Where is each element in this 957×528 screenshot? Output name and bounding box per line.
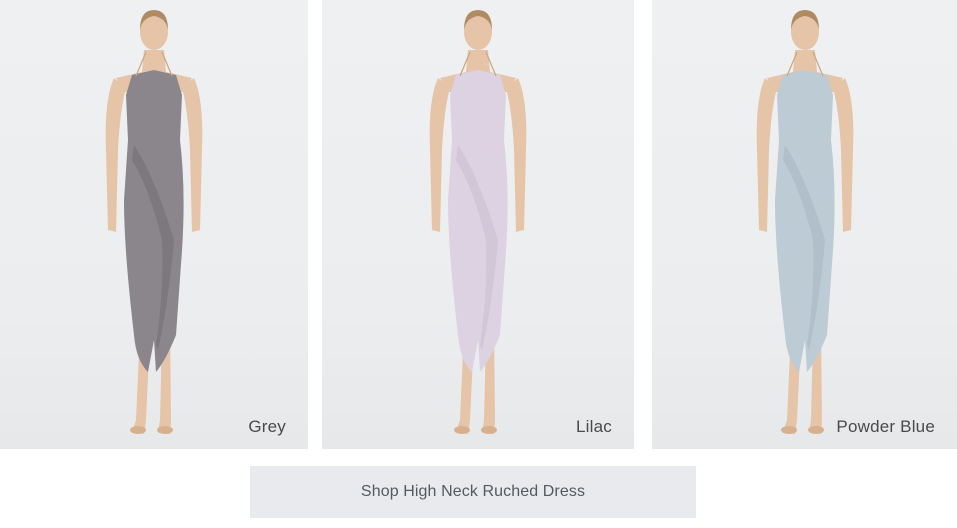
model-arm-left	[105, 78, 126, 232]
product-card-grey[interactable]: Grey	[0, 0, 308, 449]
color-label: Grey	[248, 417, 286, 436]
dress-skirt	[124, 140, 184, 372]
product-card-lilac[interactable]: Lilac	[322, 0, 634, 449]
model-arm-right	[506, 78, 527, 232]
shop-dress-button[interactable]: Shop High Neck Ruched Dress	[250, 466, 696, 518]
product-card-powder-blue[interactable]: Powder Blue	[652, 0, 957, 449]
dress-bodice	[450, 70, 506, 140]
shoe-right	[157, 426, 173, 434]
shoe-right	[481, 426, 497, 434]
model-arm-left	[756, 78, 777, 232]
shoe-right	[807, 426, 824, 434]
model-arm-right	[832, 78, 853, 232]
shoe-left	[130, 426, 146, 434]
model-arm-left	[429, 78, 450, 232]
model-photo	[429, 10, 527, 434]
dress-bodice	[126, 70, 182, 140]
model-arm-right	[182, 78, 203, 232]
dress-skirt	[774, 140, 835, 372]
model-photo	[756, 10, 853, 434]
shoe-left	[454, 426, 470, 434]
dress-bodice	[776, 70, 833, 140]
dress-skirt	[448, 140, 508, 372]
shoe-left	[780, 426, 797, 434]
color-label: Powder Blue	[836, 417, 935, 436]
product-color-gallery: Grey Lilac Powder Blue Shop High Neck Ru…	[0, 0, 957, 528]
model-photo	[105, 10, 203, 434]
color-label: Lilac	[576, 417, 612, 436]
